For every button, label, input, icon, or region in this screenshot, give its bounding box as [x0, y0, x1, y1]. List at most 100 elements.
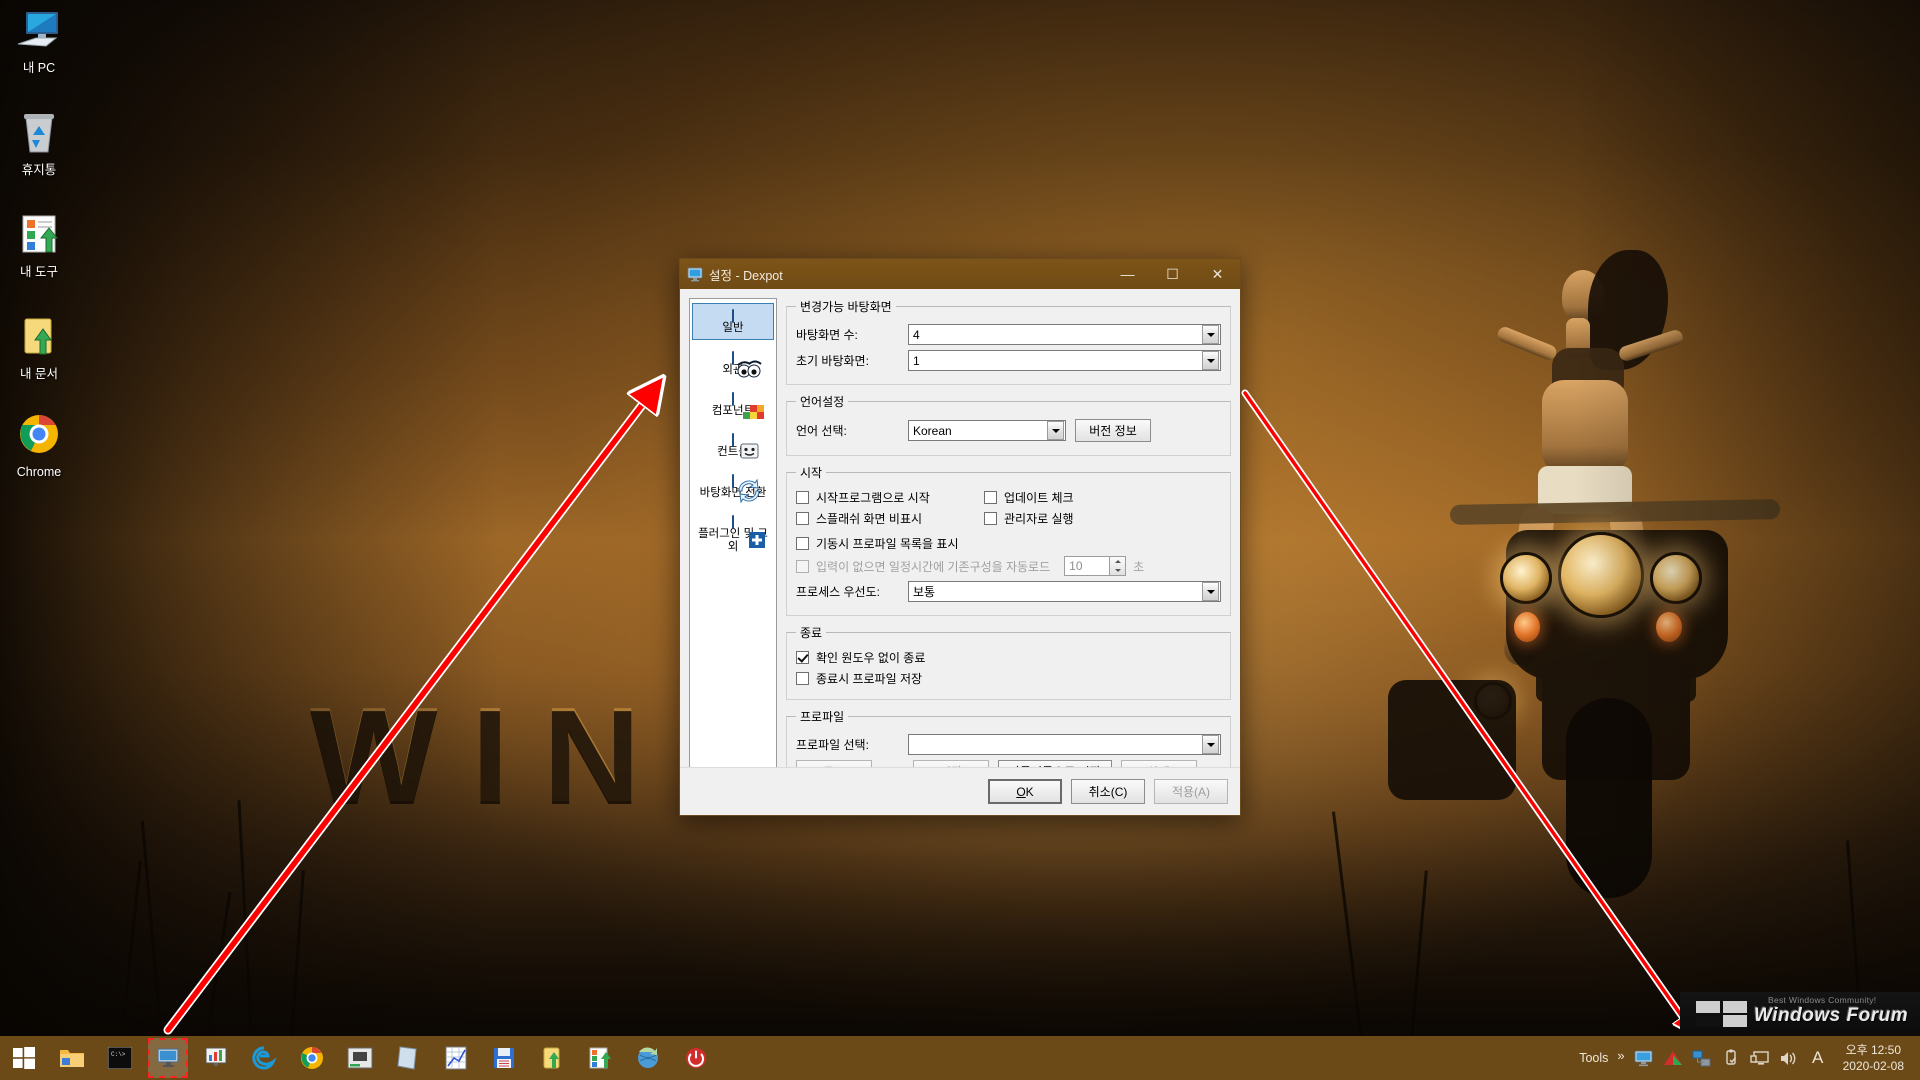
chevron-down-icon[interactable]: [1202, 351, 1219, 370]
my-documents-icon: [0, 314, 82, 362]
taskbar-file-explorer[interactable]: [52, 1038, 92, 1078]
windows-forum-watermark: Best Windows Community! Windows Forum: [1680, 992, 1920, 1036]
checkbox-label: 시작프로그램으로 시작: [816, 491, 930, 505]
taskbar-floppy-save[interactable]: [484, 1038, 524, 1078]
checkbox-row-autoload-config[interactable]: 입력이 없으면 일정시간에 기존구성을 자동로드 10 초: [796, 556, 1221, 576]
chevron-down-icon[interactable]: [1202, 735, 1219, 754]
usb-eject-icon[interactable]: [1721, 1048, 1741, 1068]
checkbox-label: 종료시 프로파일 저장: [816, 672, 923, 686]
monitor-tray-icon[interactable]: [1634, 1048, 1654, 1068]
row-desktop-count: 바탕화면 수: 4: [796, 324, 1221, 345]
desktop-switch-arrows-icon: [732, 474, 760, 504]
sidebar-item-controls[interactable]: 컨트롤: [692, 428, 774, 463]
clock-date: 2020-02-08: [1842, 1059, 1904, 1073]
tray-tools-label[interactable]: Tools: [1579, 1051, 1608, 1065]
checkbox-row-run-as-admin[interactable]: 관리자로 실행: [984, 510, 1134, 527]
checkbox-hide-splash[interactable]: [796, 512, 809, 525]
taskbar[interactable]: C:\> Tools » A 오후 12:50 2020-02-08: [0, 1036, 1920, 1080]
row-initial-desktop: 초기 바탕화면: 1: [796, 350, 1221, 371]
desktop-icon-my-tools[interactable]: 내 도구: [0, 212, 82, 280]
chevron-down-icon[interactable]: [1202, 582, 1219, 601]
dexpot-settings-window[interactable]: 설정 - Dexpot — ☐ ✕ 일반 외관 컴포넌트 컨트롤 바탕화면 전환…: [679, 258, 1241, 816]
cancel-button[interactable]: 취소(C): [1071, 779, 1145, 804]
desktop[interactable]: WIND 내 PC 휴지통 내 도구 내 문서 Chrome 설정 - Dexp…: [0, 0, 1920, 1080]
autoload-seconds-input[interactable]: 10: [1064, 556, 1111, 576]
desktop-icon-label: 내 문서: [20, 367, 58, 381]
taskbar-tasklist-up[interactable]: [580, 1038, 620, 1078]
checkbox-autoload-config[interactable]: [796, 559, 809, 573]
group-startup-legend: 시작: [800, 466, 823, 480]
taskbar-power[interactable]: [676, 1038, 716, 1078]
network-tray-icon[interactable]: [1692, 1048, 1712, 1068]
clock[interactable]: 오후 12:50 2020-02-08: [1837, 1042, 1910, 1074]
ok-button[interactable]: OK: [988, 779, 1062, 804]
taskbar-folder-up[interactable]: [532, 1038, 572, 1078]
display-tray-icon[interactable]: [1750, 1048, 1770, 1068]
taskbar-chrome[interactable]: [292, 1038, 332, 1078]
version-info-button[interactable]: 버전 정보: [1075, 419, 1151, 442]
ahnlab-tray-icon[interactable]: [1663, 1048, 1683, 1068]
taskbar-dexpot[interactable]: [148, 1038, 188, 1078]
taskbar-globe-refresh[interactable]: [628, 1038, 668, 1078]
monitor-icon: [687, 266, 703, 282]
sidebar-item-components[interactable]: 컴포넌트: [692, 387, 774, 422]
tray-overflow-chevron-icon[interactable]: »: [1617, 1048, 1624, 1063]
group-exit: 종료 확인 원도우 없이 종료 종료시 프로파일 저장: [786, 624, 1231, 700]
chevron-down-icon[interactable]: [1047, 421, 1064, 440]
desktop-icon-my-pc[interactable]: 내 PC: [0, 8, 82, 76]
taskbar-hw-monitor[interactable]: [340, 1038, 380, 1078]
desktop-icon-label: 내 PC: [22, 61, 56, 75]
checkbox-row-show-profile-list[interactable]: 기동시 프로파일 목록을 표시: [796, 535, 1221, 552]
maximize-button[interactable]: ☐: [1150, 259, 1195, 289]
checkbox-start-with-windows[interactable]: [796, 491, 809, 504]
checkbox-row-start-with-windows[interactable]: 시작프로그램으로 시작: [796, 489, 984, 506]
desktop-count-combobox[interactable]: 4: [908, 324, 1221, 345]
desktop-icon-chrome[interactable]: Chrome: [0, 412, 82, 480]
taskbar-internet-explorer[interactable]: [244, 1038, 284, 1078]
desktop-icon-my-documents[interactable]: 내 문서: [0, 314, 82, 382]
volume-icon[interactable]: [1779, 1048, 1799, 1068]
checkbox-row-hide-splash[interactable]: 스플래쉬 화면 비표시: [796, 510, 984, 527]
chevron-down-icon[interactable]: [1202, 325, 1219, 344]
autoload-seconds-stepper[interactable]: [1110, 556, 1127, 576]
close-button[interactable]: ✕: [1195, 259, 1240, 289]
checkbox-row-exit-without-confirm[interactable]: 확인 원도우 없이 종료: [796, 649, 1221, 666]
desktop-icon-label: 내 도구: [20, 265, 58, 279]
profile-combobox[interactable]: [908, 734, 1221, 755]
sidebar-item-general[interactable]: 일반: [692, 303, 774, 340]
start-button[interactable]: [0, 1036, 48, 1080]
desktop-icon-recycle-bin[interactable]: 휴지통: [0, 110, 82, 178]
checkbox-row-save-profile-on-exit[interactable]: 종료시 프로파일 저장: [796, 670, 1221, 687]
desktop-count-value: 4: [913, 327, 920, 342]
taskbar-notepad[interactable]: [388, 1038, 428, 1078]
taskbar-spreadsheet[interactable]: [436, 1038, 476, 1078]
chrome-icon: [0, 412, 82, 460]
taskbar-chart-monitor[interactable]: [196, 1038, 236, 1078]
checkbox-exit-without-confirm[interactable]: [796, 651, 809, 664]
process-priority-combobox[interactable]: 보통: [908, 581, 1221, 602]
minimize-button[interactable]: —: [1105, 259, 1150, 289]
checkbox-label: 입력이 없으면 일정시간에 기존구성을 자동로드: [816, 559, 1051, 574]
sidebar-item-appearance[interactable]: 외관: [692, 346, 774, 381]
window-footer: OK 취소(C) 적용(A): [680, 767, 1240, 815]
my-tools-icon: [0, 212, 82, 260]
apply-button[interactable]: 적용(A): [1154, 779, 1228, 804]
window-titlebar[interactable]: 설정 - Dexpot — ☐ ✕: [680, 259, 1240, 289]
initial-desktop-combobox[interactable]: 1: [908, 350, 1221, 371]
sidebar-item-plugins-and-others[interactable]: 플러그인 및 그 외: [692, 510, 774, 558]
windows-start-icon: [13, 1047, 35, 1069]
initial-desktop-value: 1: [913, 353, 920, 368]
checkbox-show-profile-list[interactable]: [796, 537, 809, 550]
sidebar-item-desktop-switching[interactable]: 바탕화면 전환: [692, 469, 774, 504]
checkbox-run-as-admin[interactable]: [984, 512, 997, 525]
settings-category-list[interactable]: 일반 외관 컴포넌트 컨트롤 바탕화면 전환 플러그인 및 그 외: [689, 298, 777, 789]
taskbar-command-prompt[interactable]: C:\>: [100, 1038, 140, 1078]
language-value: Korean: [913, 423, 952, 438]
checkbox-row-check-update[interactable]: 업데이트 체크: [984, 489, 1134, 506]
language-combobox[interactable]: Korean: [908, 420, 1066, 441]
checkbox-save-profile-on-exit[interactable]: [796, 672, 809, 685]
checkbox-check-update[interactable]: [984, 491, 997, 504]
ime-indicator[interactable]: A: [1808, 1048, 1828, 1068]
system-tray[interactable]: Tools » A 오후 12:50 2020-02-08: [1579, 1042, 1920, 1074]
ok-rest: K: [1025, 784, 1034, 799]
